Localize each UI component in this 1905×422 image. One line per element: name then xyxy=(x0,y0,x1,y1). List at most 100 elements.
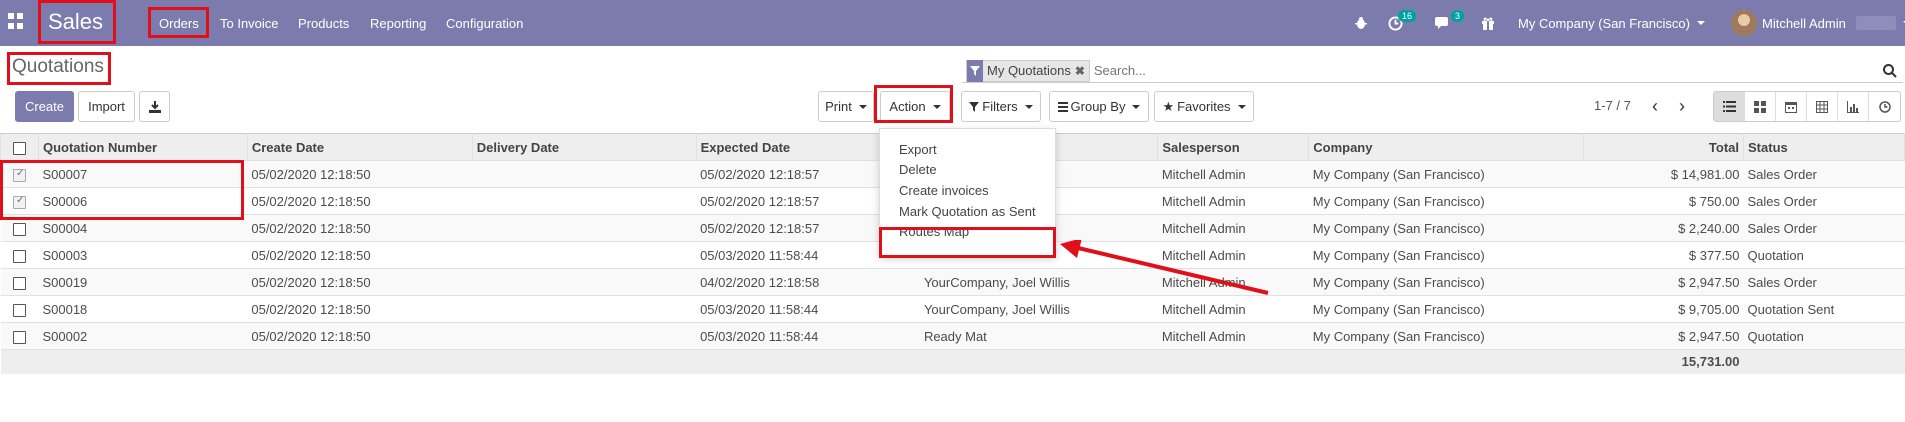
column-header[interactable]: Company xyxy=(1308,133,1585,161)
kanban-view-icon[interactable] xyxy=(1745,92,1776,121)
action-menu-routes-map[interactable]: Routes Map xyxy=(899,224,969,239)
group-by-dropdown-button[interactable]: Group By xyxy=(1049,91,1149,122)
pager-value[interactable]: 1-7 / 7 xyxy=(1594,98,1631,113)
activity-clock-icon[interactable]: 16 xyxy=(1384,10,1416,34)
row-checkbox[interactable] xyxy=(12,168,26,182)
cell-delivery xyxy=(472,295,697,323)
column-header[interactable]: Delivery Date xyxy=(471,133,697,161)
column-header[interactable]: Quotation Number xyxy=(37,133,248,161)
print-dropdown-button[interactable]: Print xyxy=(818,91,874,122)
gift-icon[interactable] xyxy=(1477,12,1499,34)
cell-status: Sales Order xyxy=(1743,268,1905,296)
cell-expected: 05/03/2020 11:58:44 xyxy=(696,322,920,350)
footer-cell xyxy=(919,349,1158,374)
company-switcher[interactable]: My Company (San Francisco) xyxy=(1518,0,1705,46)
print-chevron-down-icon xyxy=(858,104,867,109)
user-menu[interactable]: Mitchell Admin xyxy=(1731,0,1905,46)
action-menu-create-invoices[interactable]: Create invoices xyxy=(899,183,989,198)
filter-funnel-icon xyxy=(967,59,983,82)
debug-bug-icon[interactable] xyxy=(1350,12,1372,34)
column-header[interactable]: Status xyxy=(1743,133,1905,161)
row-select-cell xyxy=(0,295,39,323)
row-checkbox[interactable] xyxy=(12,195,26,209)
filters-chevron-down-icon xyxy=(1024,104,1033,109)
cell-create: 05/02/2020 12:18:50 xyxy=(247,322,473,350)
filter-icon xyxy=(969,101,980,112)
footer-cell xyxy=(0,349,39,374)
cell-number: S00019 xyxy=(38,268,248,296)
filters-label: Filters xyxy=(982,99,1018,114)
cell-create: 05/02/2020 12:18:50 xyxy=(247,268,473,296)
row-select-cell xyxy=(0,187,39,215)
pivot-view-icon[interactable] xyxy=(1807,92,1838,121)
menu-products[interactable]: Products xyxy=(289,0,358,46)
footer-cell xyxy=(247,349,473,374)
action-label: Action xyxy=(889,99,926,114)
cell-delivery xyxy=(472,268,697,296)
download-export-icon[interactable] xyxy=(139,91,170,122)
menu-to-invoice[interactable]: To Invoice xyxy=(211,0,288,46)
cell-salesperson: Mitchell Admin xyxy=(1157,160,1309,188)
row-select-cell xyxy=(0,160,39,188)
menu-orders[interactable]: Orders xyxy=(150,0,208,46)
messages-chat-icon[interactable]: 3 xyxy=(1432,10,1464,34)
cell-company: My Company (San Francisco) xyxy=(1308,241,1584,269)
cell-status: Quotation xyxy=(1743,241,1905,269)
print-label: Print xyxy=(825,99,852,114)
action-menu-mark-sent[interactable]: Mark Quotation as Sent xyxy=(899,204,1036,219)
select-all-checkbox[interactable] xyxy=(12,141,26,155)
column-header[interactable]: Total xyxy=(1583,133,1745,161)
row-checkbox[interactable] xyxy=(12,222,26,236)
filters-dropdown-button[interactable]: Filters xyxy=(961,91,1041,122)
cell-total: $ 2,947.50 xyxy=(1583,268,1744,296)
list-view-icon[interactable] xyxy=(1714,92,1745,121)
search-magnifier-icon[interactable] xyxy=(1877,60,1903,82)
cell-total: $ 9,705.00 xyxy=(1583,295,1744,323)
company-chevron-down-icon xyxy=(1696,21,1705,25)
app-name[interactable]: Sales xyxy=(38,2,113,42)
cell-customer: Ready Mat xyxy=(919,322,1158,350)
cell-status: Quotation Sent xyxy=(1743,295,1905,323)
cell-delivery xyxy=(472,214,697,242)
action-menu-delete[interactable]: Delete xyxy=(899,162,937,177)
cell-delivery xyxy=(472,322,697,350)
row-checkbox[interactable] xyxy=(12,249,26,263)
cell-create: 05/02/2020 12:18:50 xyxy=(247,241,473,269)
row-select-cell xyxy=(0,322,39,350)
cell-company: My Company (San Francisco) xyxy=(1308,214,1584,242)
cell-create: 05/02/2020 12:18:50 xyxy=(247,160,473,188)
create-button[interactable]: Create xyxy=(15,91,74,122)
graph-view-icon[interactable] xyxy=(1838,92,1869,121)
apps-menu-icon[interactable] xyxy=(8,13,24,29)
action-dropdown-button[interactable]: Action xyxy=(880,91,950,122)
activity-view-clock-icon[interactable] xyxy=(1869,92,1900,121)
pager-previous-chevron-left-icon[interactable]: ‹ xyxy=(1644,91,1666,122)
footer-cell xyxy=(1308,349,1584,374)
table-row[interactable]: S00018 05/02/2020 12:18:50 05/03/2020 11:5… xyxy=(0,295,1905,323)
view-switcher xyxy=(1713,91,1901,122)
table-row[interactable]: S00019 05/02/2020 12:18:50 04/02/2020 12:1… xyxy=(0,268,1905,296)
cell-total: $ 2,947.50 xyxy=(1583,322,1744,350)
user-avatar xyxy=(1731,10,1757,36)
row-checkbox[interactable] xyxy=(12,330,26,344)
cell-status: Quotation xyxy=(1743,322,1905,350)
calendar-view-icon[interactable] xyxy=(1776,92,1807,121)
remove-facet-close-icon[interactable]: ✖ xyxy=(1075,64,1089,78)
search-input[interactable] xyxy=(1093,63,1877,78)
menu-reporting[interactable]: Reporting xyxy=(361,0,435,46)
page-title: Quotations xyxy=(12,56,104,77)
action-menu-export[interactable]: Export xyxy=(899,142,937,157)
pager-next-chevron-right-icon[interactable]: › xyxy=(1671,91,1693,122)
row-checkbox[interactable] xyxy=(12,303,26,317)
cell-total: $ 750.00 xyxy=(1583,187,1744,215)
column-header[interactable]: Create Date xyxy=(246,133,473,161)
table-row[interactable]: S00002 05/02/2020 12:18:50 05/03/2020 11:5… xyxy=(0,322,1905,350)
row-checkbox[interactable] xyxy=(12,276,26,290)
cell-delivery xyxy=(472,187,697,215)
import-button[interactable]: Import xyxy=(78,91,135,122)
cell-expected: 05/03/2020 11:58:44 xyxy=(696,295,920,323)
column-header[interactable]: Salesperson xyxy=(1157,133,1310,161)
footer-cell xyxy=(472,349,697,374)
menu-configuration[interactable]: Configuration xyxy=(437,0,532,46)
favorites-dropdown-button[interactable]: ★ Favorites xyxy=(1154,91,1254,122)
